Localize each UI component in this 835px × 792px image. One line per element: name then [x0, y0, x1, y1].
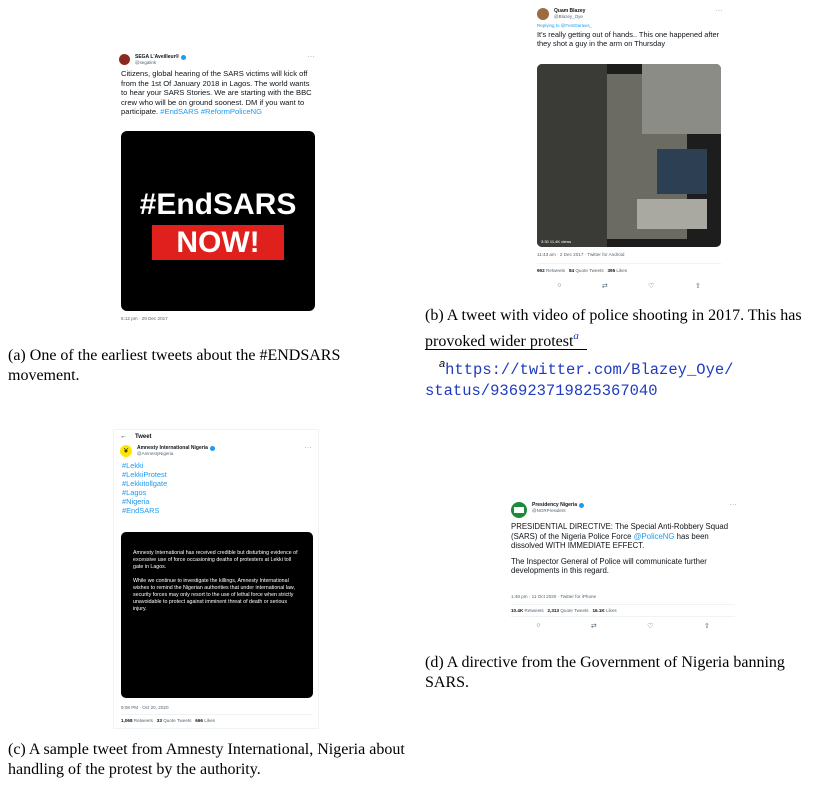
video-overlay-text: 3:30 11.4K views [541, 239, 572, 244]
footnote-rule [425, 349, 587, 350]
like-icon[interactable]: ♡ [648, 282, 654, 290]
more-options-icon[interactable]: ··· [730, 502, 738, 508]
tweet-card-b: Quam Blazey @Blazey_Oye ··· Replying to … [529, 4, 729, 296]
share-icon[interactable]: ⇧ [704, 622, 710, 630]
tweet-meta[interactable]: 11:43 am · 2 Dec 2017 · Twitter for Andr… [537, 252, 624, 257]
like-label: Likes [605, 608, 617, 613]
tweet-text-2: The Inspector General of Police will com… [511, 556, 707, 576]
tweet-card-c: ← Tweet ¥ Amnesty International Nigeria … [113, 429, 319, 729]
like-label: Likes [616, 268, 628, 273]
more-options-icon[interactable]: ··· [308, 54, 316, 60]
tweet-card-d: Presidency Nigeria @NGRPresident ··· PRE… [503, 496, 743, 638]
coat-of-arms-icon [514, 507, 524, 513]
author-handle[interactable]: @segalink [135, 60, 186, 66]
image-banner-text: NOW! [176, 226, 260, 259]
author-handle[interactable]: @Blazey_Oye [554, 14, 585, 20]
verified-icon [579, 502, 585, 508]
caption-b: (b) A tweet with video of police shootin… [425, 306, 830, 352]
avatar[interactable] [537, 8, 549, 20]
tweet-video[interactable]: 3:30 11.4K views [537, 64, 721, 247]
video-scene-truck [657, 149, 707, 194]
caption-a: (a) One of the earliest tweets about the… [8, 347, 341, 384]
caption-b-text: (b) A tweet with video of police shootin… [425, 307, 802, 350]
quote-label: Quote Tweets [560, 608, 589, 613]
divider [511, 616, 735, 617]
tweet-stats: 10.4K Retweets 2,313 Quote Tweets 16.1K … [511, 608, 617, 613]
mention-link[interactable]: @PoliceNG [634, 532, 675, 541]
like-label: Likes [204, 718, 215, 723]
divider [511, 604, 735, 605]
page-title: Tweet [135, 433, 152, 440]
retweet-label: Retweets [524, 608, 544, 613]
hashtag-link[interactable]: #Nigeria [122, 497, 310, 506]
like-count[interactable]: 16.1K [592, 608, 604, 613]
tweet-card-a: SEGA L'Aveilleur® @segalink ··· Citizens… [113, 50, 321, 324]
quote-label: Quote Tweets [163, 718, 192, 723]
hashtag-link[interactable]: #Lekki [122, 461, 310, 470]
tweet-text: Citizens, global hearing of the SARS vic… [121, 69, 312, 117]
replying-to[interactable]: Replying to @FemDaravis_ [529, 20, 729, 29]
image-banner: NOW! [152, 225, 284, 260]
footnote-url-line1[interactable]: https://twitter.com/Blazey_Oye/ [445, 361, 733, 379]
avatar[interactable] [119, 54, 130, 65]
avatar[interactable] [511, 502, 527, 518]
hashtag-link[interactable]: #Lagos [122, 488, 310, 497]
tweet-stats: 1,068 Retweets 33 Quote Tweets 666 Likes [121, 718, 215, 723]
quote-count[interactable]: 2,313 [548, 608, 560, 613]
back-arrow-icon[interactable]: ← [120, 433, 127, 440]
retweet-label: Retweets [133, 718, 153, 723]
retweet-icon[interactable]: ⇄ [602, 282, 608, 290]
more-options-icon[interactable]: ··· [305, 445, 313, 451]
footnote-marker[interactable]: a [573, 330, 579, 342]
retweet-count[interactable]: 1,068 [121, 718, 133, 723]
hashtag-link[interactable]: #Lekkitollgate [122, 479, 310, 488]
verified-icon [209, 445, 215, 451]
hashtag-list: #Lekki #LekkiProtest #Lekkitollgate #Lag… [114, 457, 318, 515]
more-options-icon[interactable]: ··· [716, 8, 724, 14]
reply-icon[interactable]: ○ [536, 622, 540, 630]
footnote-url-line2[interactable]: status/936923719825367040 [425, 381, 830, 402]
retweet-icon[interactable]: ⇄ [591, 622, 597, 630]
image-paragraph-1: Amnesty International has received credi… [133, 550, 298, 570]
tweet-stats: 992 Retweets 84 Quote Tweets 395 Likes [537, 268, 627, 273]
quote-count[interactable]: 33 [157, 718, 162, 723]
tweet-image[interactable]: Amnesty International has received credi… [121, 532, 313, 698]
divider [121, 714, 313, 715]
verified-icon [181, 54, 187, 60]
hashtag-links[interactable]: #EndSARS #ReformPoliceNG [160, 107, 262, 116]
quote-label: Quote Tweets [575, 268, 604, 273]
tweet-text: It's really getting out of hands.. This … [537, 30, 720, 49]
video-scene-roof [642, 64, 721, 134]
retweet-count[interactable]: 992 [537, 268, 545, 273]
retweet-count[interactable]: 10.4K [511, 608, 523, 613]
image-headline: #EndSARS [139, 188, 297, 221]
tweet-meta[interactable]: 1:48 pm · 11 Oct 2020 · Twitter for iPho… [511, 594, 596, 599]
author-handle[interactable]: @AmnestyNigeria [137, 451, 215, 457]
timestamp[interactable]: 9:08 PM · Oct 20, 2020 [121, 705, 169, 710]
video-scene-bus [637, 199, 707, 229]
reply-icon[interactable]: ○ [557, 282, 561, 290]
action-bar: ○ ⇄ ♡ ⇧ [511, 622, 735, 630]
footnote: ahttps://twitter.com/Blazey_Oye/ status/… [425, 354, 830, 402]
avatar[interactable]: ¥ [120, 445, 132, 457]
timestamp[interactable]: 6:12 pm · 29 Dec 2017 [121, 316, 168, 321]
candle-icon: ¥ [124, 447, 128, 455]
video-scene-building [537, 64, 607, 247]
hashtag-link[interactable]: #LekkiProtest [122, 470, 310, 479]
hashtag-link[interactable]: #EndSARS [122, 506, 310, 515]
tweet-text: PRESIDENTIAL DIRECTIVE: The Special Anti… [511, 522, 729, 551]
quote-count[interactable]: 84 [569, 268, 574, 273]
share-icon[interactable]: ⇧ [695, 282, 701, 290]
like-count[interactable]: 666 [195, 718, 203, 723]
tweet-image[interactable]: #EndSARS NOW! [121, 131, 315, 311]
like-icon[interactable]: ♡ [647, 622, 653, 630]
author-handle[interactable]: @NGRPresident [532, 508, 584, 514]
image-paragraph-2: While we continue to investigate the kil… [133, 578, 295, 612]
caption-d: (d) A directive from the Government of N… [425, 654, 785, 691]
retweet-label: Retweets [545, 268, 566, 273]
action-bar: ○ ⇄ ♡ ⇧ [537, 282, 721, 290]
caption-c: (c) A sample tweet from Amnesty Internat… [8, 741, 405, 778]
like-count[interactable]: 395 [607, 268, 615, 273]
divider [537, 263, 721, 264]
